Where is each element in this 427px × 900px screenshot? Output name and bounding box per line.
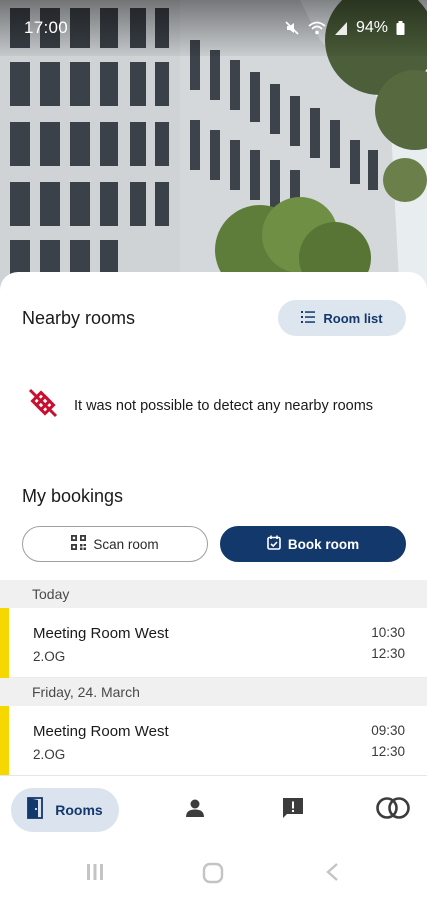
status-time: 17:00 [24, 18, 69, 37]
booking-floor: 2.OG [33, 747, 66, 762]
list-icon [301, 310, 316, 326]
system-navigation-bar [0, 845, 427, 900]
booking-floor: 2.OG [33, 649, 66, 664]
booking-room-name: Meeting Room West [33, 723, 169, 740]
room-list-button[interactable]: Room list [278, 300, 406, 336]
home-icon[interactable] [201, 861, 225, 890]
wifi-icon [308, 20, 326, 36]
nearby-rooms-header: Nearby rooms Room list [22, 300, 406, 336]
feedback-icon [281, 796, 305, 825]
booking-status-bar [0, 608, 9, 678]
back-icon[interactable] [323, 861, 343, 888]
mute-icon [284, 20, 300, 36]
battery-label: 94% [355, 19, 388, 36]
booking-start-time: 10:30 [371, 625, 405, 640]
bottom-navigation: Rooms [0, 775, 427, 845]
no-nearby-rooms-message: It was not possible to detect any nearby… [26, 386, 373, 425]
recent-apps-icon[interactable] [84, 861, 106, 888]
person-icon [184, 797, 206, 824]
booking-start-time: 09:30 [371, 723, 405, 738]
nav-rooms-label: Rooms [55, 802, 103, 818]
day-header-friday: Friday, 24. March [0, 678, 427, 706]
scan-room-button[interactable]: Scan room [22, 526, 208, 562]
qr-code-icon [71, 535, 87, 553]
booking-end-time: 12:30 [371, 744, 405, 759]
my-bookings-title: My bookings [22, 486, 124, 506]
scan-room-label: Scan room [93, 536, 159, 552]
book-room-button[interactable]: Book room [220, 526, 406, 562]
booking-end-time: 12:30 [371, 646, 405, 661]
signal-icon [334, 20, 348, 36]
nav-profile[interactable] [175, 788, 215, 832]
booking-status-bar [0, 706, 9, 776]
battery-icon [396, 21, 405, 35]
day-header-today: Today [0, 580, 427, 608]
content-sheet: Nearby rooms Room list It was not possib… [0, 272, 427, 776]
book-room-label: Book room [287, 536, 360, 552]
nearby-rooms-title: Nearby rooms [22, 307, 136, 328]
door-icon [27, 796, 45, 824]
calendar-check-icon [267, 535, 281, 553]
booking-item[interactable]: Meeting Room West 2.OG 10:30 12:30 [0, 608, 427, 678]
booking-item[interactable]: Meeting Room West 2.OG 09:30 12:30 [0, 706, 427, 776]
beacon-off-icon [26, 386, 60, 425]
status-bar: 17:00 94% [0, 0, 427, 56]
brand-logo-icon [375, 796, 411, 825]
status-icons: 94% [284, 19, 405, 37]
room-list-label: Room list [323, 310, 383, 326]
nav-brand[interactable] [373, 788, 413, 832]
booking-room-name: Meeting Room West [33, 625, 169, 642]
no-nearby-rooms-text: It was not possible to detect any nearby… [74, 397, 374, 414]
nav-rooms[interactable]: Rooms [11, 788, 119, 832]
booking-actions: Scan room Book room [22, 526, 406, 562]
nav-feedback[interactable] [273, 788, 313, 832]
